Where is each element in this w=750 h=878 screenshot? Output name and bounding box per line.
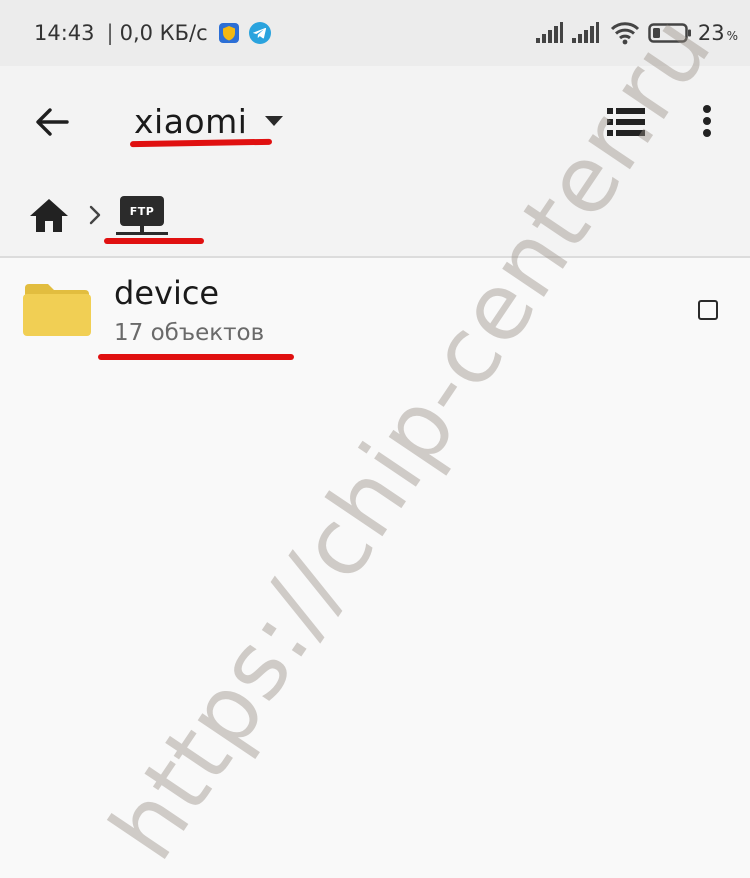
breadcrumb-home[interactable] [26, 194, 72, 236]
battery-percent-sign: % [726, 29, 738, 43]
list-view-button[interactable] [604, 102, 648, 142]
signal-icon [570, 22, 600, 44]
back-arrow-icon [35, 107, 69, 137]
ftp-icon: FTP [120, 196, 164, 226]
status-right: 23 % [534, 0, 738, 66]
battery-percent: 23 [697, 21, 725, 45]
chevron-right-icon [86, 202, 104, 228]
network-speed: 0,0 КБ/с [119, 21, 208, 45]
breadcrumb-ftp[interactable]: FTP [116, 192, 170, 240]
back-button[interactable] [26, 96, 78, 148]
file-name: device [114, 274, 220, 312]
status-bar: 14:43 | 0,0 КБ/с 23 % [0, 0, 750, 66]
toolbar-title: xiaomi [134, 101, 248, 141]
battery-icon [648, 22, 692, 44]
shield-icon [218, 22, 240, 44]
ftp-icon-base [116, 232, 168, 235]
breadcrumb-highlight-underline [104, 238, 204, 244]
home-icon [28, 197, 70, 233]
toolbar: xiaomi [0, 66, 750, 176]
folder-icon [22, 282, 92, 338]
more-options-button[interactable] [690, 96, 724, 146]
wifi-icon [610, 21, 640, 45]
telegram-icon [248, 21, 272, 45]
status-time: 14:43 [34, 21, 95, 45]
dropdown-icon [263, 114, 285, 128]
ftp-label: FTP [129, 204, 155, 218]
list-view-icon [607, 107, 645, 137]
breadcrumb: FTP [0, 176, 750, 256]
file-meta: 17 объектов [114, 320, 265, 346]
status-left: 14:43 | 0,0 КБ/с [34, 0, 272, 66]
item-checkbox[interactable] [698, 300, 718, 320]
more-vert-icon [702, 104, 712, 138]
signal-icon [534, 22, 564, 44]
meta-highlight-underline [98, 354, 294, 360]
status-separator: | [106, 21, 114, 45]
list-item[interactable]: device 17 объектов [0, 258, 750, 368]
